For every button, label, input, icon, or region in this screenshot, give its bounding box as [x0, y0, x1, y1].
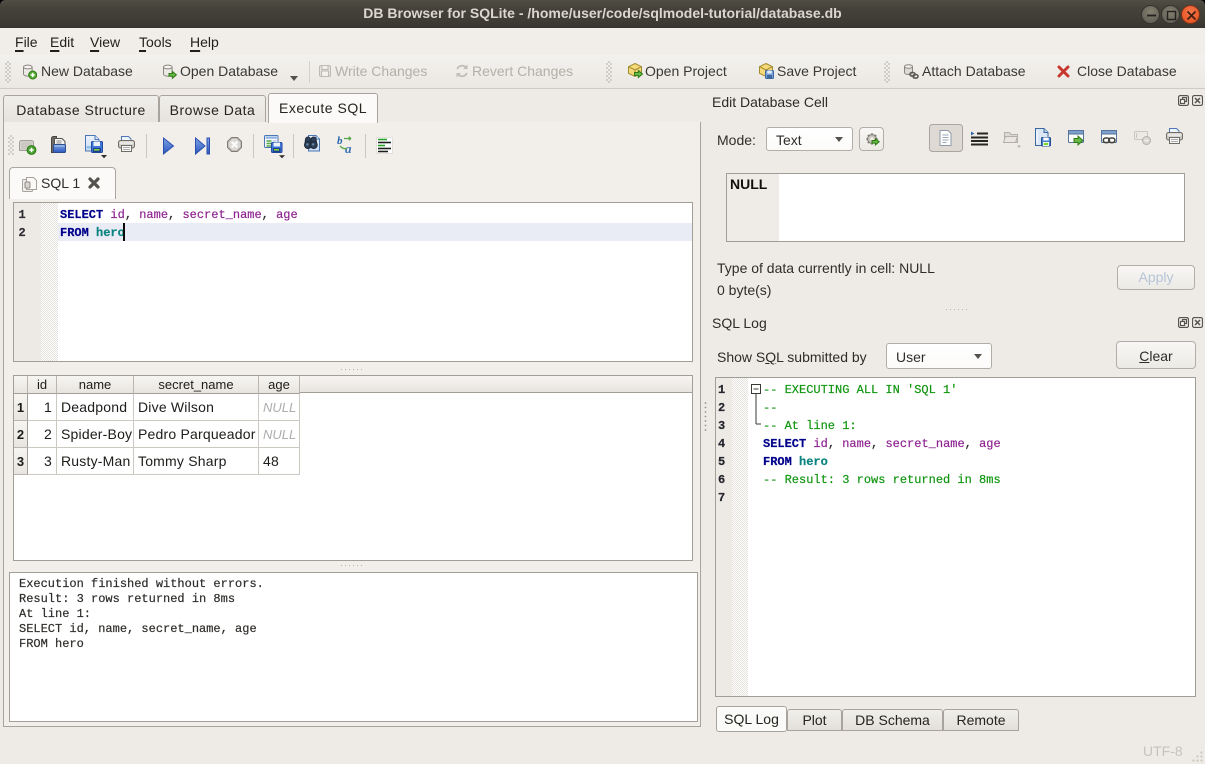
svg-text:b: b [337, 135, 343, 147]
